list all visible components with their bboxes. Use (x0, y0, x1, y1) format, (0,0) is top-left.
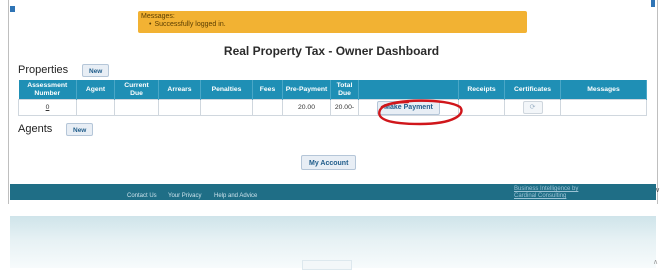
message-item: Successfully logged in. (141, 21, 527, 29)
dashboard-page: Messages: Successfully logged in. Real P… (0, 0, 663, 270)
column-header: Agent (76, 80, 115, 100)
column-header: Total Due (330, 80, 359, 100)
pre-payment-cell: 20.00 (282, 99, 331, 116)
new-agent-button[interactable]: New (66, 123, 94, 136)
make-payment-button[interactable]: Make Payment (377, 100, 440, 115)
page-title: Real Property Tax - Owner Dashboard (223, 44, 440, 58)
refresh-icon[interactable]: ⟳ (522, 101, 543, 114)
table-header-row: Assessment Number Agent Current Due Arre… (18, 80, 647, 100)
chevron-down-icon[interactable]: ∨ (655, 186, 660, 194)
column-header: Penalties (200, 80, 253, 100)
messages-banner: Messages: Successfully logged in. (138, 11, 527, 33)
action-cell: Make Payment (358, 99, 459, 116)
credit-line-1[interactable]: Business Intelligence by (514, 186, 578, 193)
reflected-footer (10, 216, 656, 270)
footer: Contact Us Your Privacy Help and Advice … (10, 184, 656, 200)
corner-marker (10, 6, 15, 12)
column-header: Pre-Payment (282, 80, 331, 100)
column-header (358, 80, 459, 100)
column-header: Arrears (158, 80, 201, 100)
contact-us-link[interactable]: Contact Us (127, 193, 157, 199)
receipts-cell (458, 99, 505, 116)
new-property-button[interactable]: New (82, 64, 110, 77)
table-row: 0 20.00 20.00- Make Payment ⟳ (18, 99, 647, 116)
column-header: Certificates (504, 80, 561, 100)
help-link[interactable]: Help and Advice (214, 193, 257, 199)
chevron-up-icon[interactable]: ∧ (653, 258, 658, 266)
column-header: Current Due (114, 80, 159, 100)
properties-table: Assessment Number Agent Current Due Arre… (18, 80, 647, 116)
total-due-cell: 20.00- (330, 99, 359, 116)
penalties-cell (200, 99, 253, 116)
arrears-cell (158, 99, 201, 116)
column-header: Fees (252, 80, 283, 100)
current-due-cell (114, 99, 159, 116)
column-header: Messages (560, 80, 647, 100)
window-edge-right (657, 0, 658, 215)
credit-line-2[interactable]: Cardinal Consulting (514, 193, 566, 200)
privacy-link[interactable]: Your Privacy (168, 193, 201, 199)
window-gap (0, 204, 663, 216)
window-edge-left (8, 0, 9, 215)
scrollbar-thumb[interactable] (651, 0, 655, 7)
messages-title: Messages: (141, 13, 175, 20)
fees-cell (252, 99, 283, 116)
agent-cell (76, 99, 115, 116)
agents-heading: Agents (18, 123, 53, 135)
column-header: Receipts (458, 80, 505, 100)
messages-cell (560, 99, 647, 116)
assessment-number-link[interactable]: 0 (18, 99, 77, 116)
column-header: Assessment Number (18, 80, 77, 100)
properties-heading: Properties (18, 64, 69, 76)
certificates-cell: ⟳ (504, 99, 561, 116)
my-account-button[interactable]: My Account (301, 155, 357, 170)
reflected-button (302, 260, 352, 270)
